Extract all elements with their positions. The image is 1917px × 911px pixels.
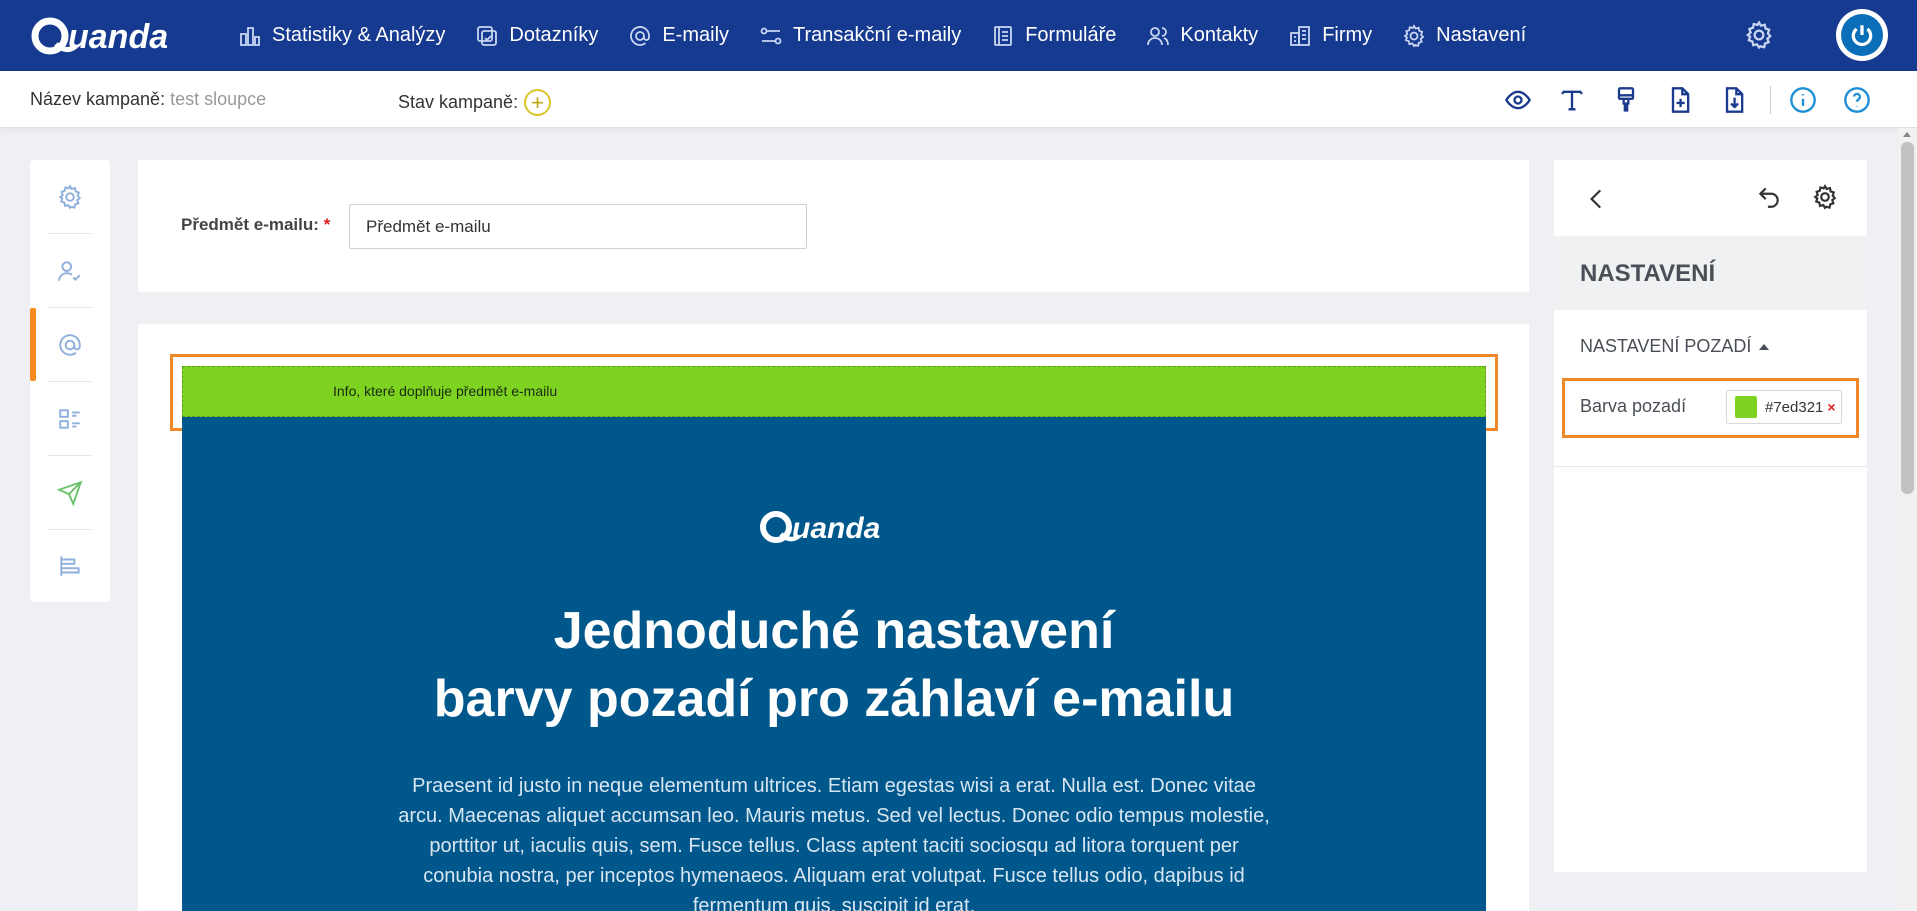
settings-title-band: NASTAVENÍ: [1554, 236, 1867, 310]
text-icon[interactable]: [1554, 82, 1590, 118]
bg-color-picker[interactable]: #7ed321 ×: [1726, 390, 1842, 424]
rail-layout[interactable]: [30, 382, 110, 455]
scroll-up-arrow-icon[interactable]: [1903, 132, 1911, 137]
campaign-name-label: Název kampaně:: [30, 89, 166, 109]
form-icon: [991, 24, 1015, 48]
nav-contacts[interactable]: Kontakty: [1146, 24, 1258, 48]
email-title-line: barvy pozadí pro záhlaví e-mailu: [433, 670, 1235, 728]
email-title[interactable]: Jednoduché nastavení barvy pozadí pro zá…: [182, 597, 1486, 733]
flow-icon: [759, 24, 783, 48]
nav-label: Kontakty: [1180, 24, 1259, 46]
scrollbar-thumb[interactable]: [1901, 142, 1914, 494]
user-check-icon: [58, 260, 81, 281]
settings-divider: [1554, 466, 1867, 467]
campaign-state-label: Stav kampaně:: [398, 92, 519, 112]
building-icon: [1288, 24, 1312, 48]
global-settings-gear-icon[interactable]: [1744, 20, 1774, 50]
add-file-icon[interactable]: [1662, 82, 1698, 118]
subject-label: Předmět e-mailu: *: [181, 215, 330, 235]
bg-color-label: Barva pozadí: [1580, 396, 1687, 416]
info-icon[interactable]: [1785, 82, 1821, 118]
block-settings-gear-icon[interactable]: [1812, 184, 1842, 214]
nav-label: Statistiky & Analýzy: [272, 24, 446, 46]
campaign-name: Název kampaně: test sloupce: [30, 89, 266, 110]
color-value[interactable]: #7ed321: [1765, 399, 1823, 416]
gear-icon: [1402, 23, 1426, 48]
campaign-name-value[interactable]: test sloupce: [170, 89, 266, 109]
section-title: NASTAVENÍ POZADÍ: [1580, 336, 1752, 356]
survey-icon: [475, 24, 499, 48]
nav-label: Firmy: [1322, 24, 1373, 46]
contacts-icon: [1146, 24, 1170, 48]
main-menu: Statistiky & Analýzy Dotazníky E-maily T…: [238, 0, 1556, 71]
campaign-bar: Název kampaně: test sloupce Stav kampaně…: [0, 71, 1917, 128]
undo-icon[interactable]: [1756, 184, 1786, 214]
background-section-toggle[interactable]: NASTAVENÍ POZADÍ: [1580, 336, 1770, 357]
rail-recipients[interactable]: [30, 234, 110, 307]
back-chevron-icon[interactable]: [1584, 186, 1610, 212]
email-body-text[interactable]: Praesent id justo in neque elementum ult…: [392, 771, 1276, 911]
rail-send[interactable]: [30, 456, 110, 529]
help-icon[interactable]: [1839, 82, 1875, 118]
layout-icon: [59, 408, 80, 429]
download-file-icon[interactable]: [1716, 82, 1752, 118]
nav-label: Transakční e-maily: [793, 24, 962, 46]
nav-surveys[interactable]: Dotazníky: [475, 24, 598, 48]
quanda-logo[interactable]: uanda: [28, 12, 188, 58]
svg-text:uanda: uanda: [68, 18, 168, 56]
preview-eye-icon[interactable]: [1500, 82, 1536, 118]
nav-label: Formuláře: [1025, 24, 1117, 46]
settings-title: NASTAVENÍ: [1580, 260, 1716, 287]
editor-toolbar: [1500, 82, 1893, 118]
send-icon: [57, 480, 83, 506]
rail-report[interactable]: [30, 529, 110, 602]
campaign-state: Stav kampaně: +: [398, 89, 552, 116]
at-icon: [628, 24, 652, 48]
nav-statistics[interactable]: Statistiky & Analýzy: [238, 24, 445, 48]
subject-label-text: Předmět e-mailu:: [181, 215, 319, 234]
nav-transactional-emails[interactable]: Transakční e-maily: [759, 24, 961, 48]
email-title-line: Jednoduché nastavení: [553, 602, 1115, 660]
settings-header: [1554, 160, 1867, 236]
page-scrollbar[interactable]: [1898, 128, 1917, 911]
at-icon: [59, 333, 81, 356]
nav-emails[interactable]: E-maily: [628, 24, 729, 48]
color-swatch[interactable]: [1735, 396, 1757, 418]
top-navigation: uanda Statistiky & Analýzy Dotazníky E-m…: [0, 0, 1917, 71]
power-icon: [1841, 14, 1883, 56]
clear-color-icon[interactable]: ×: [1827, 399, 1835, 415]
svg-text:uanda: uanda: [792, 512, 880, 545]
align-icon: [60, 555, 80, 576]
brush-icon[interactable]: [1608, 82, 1644, 118]
settings-panel: NASTAVENÍ NASTAVENÍ POZADÍ Barva pozadí …: [1554, 160, 1867, 872]
nav-settings[interactable]: Nastavení: [1402, 23, 1527, 48]
email-header-block[interactable]: uanda Jednoduché nastavení barvy pozadí …: [182, 417, 1486, 911]
rail-settings[interactable]: [30, 160, 110, 233]
subject-input[interactable]: [349, 204, 807, 249]
nav-companies[interactable]: Firmy: [1288, 24, 1372, 48]
toolbar-divider: [1770, 86, 1771, 114]
logout-button[interactable]: [1836, 9, 1888, 61]
email-logo[interactable]: uanda: [756, 505, 912, 547]
bar-chart-icon: [238, 24, 262, 48]
add-state-button[interactable]: +: [524, 89, 552, 116]
nav-label: Dotazníky: [509, 24, 599, 46]
nav-label: E-maily: [662, 24, 730, 46]
subject-panel: Předmět e-mailu: *: [138, 160, 1529, 292]
nav-label: Nastavení: [1436, 24, 1527, 46]
editor-step-rail: [30, 160, 110, 602]
nav-forms[interactable]: Formuláře: [991, 24, 1116, 48]
caret-up-icon: [1759, 343, 1770, 350]
email-canvas: Info, které doplňuje předmět e-mailu uan…: [138, 324, 1529, 911]
gear-icon: [58, 183, 82, 209]
rail-email-content[interactable]: [30, 308, 110, 381]
required-mark: *: [323, 215, 331, 234]
